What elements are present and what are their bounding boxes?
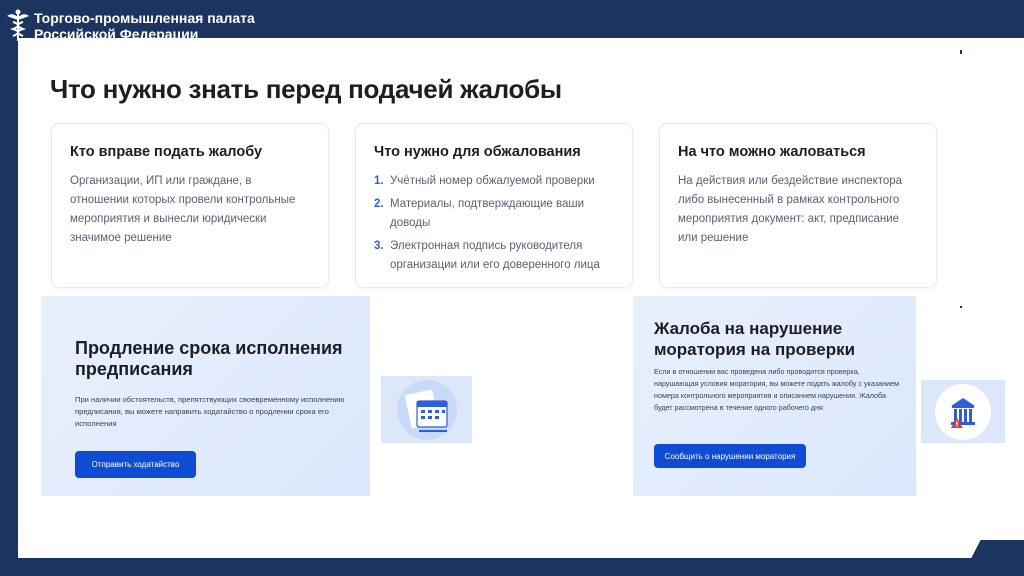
calendar-document-icon [397, 380, 457, 440]
corner-mark [960, 50, 962, 54]
list-item: 3. Электронная подпись руководителя орган… [374, 237, 614, 275]
list-text: Учётный номер обжалуемой проверки [390, 175, 595, 187]
report-violation-button[interactable]: Сообщить о нарушении моратория [654, 444, 806, 468]
illustration-panel [381, 376, 472, 443]
illustration-panel [921, 380, 1005, 443]
list-item: 2. Материалы, подтверждающие ваши доводы [374, 195, 614, 233]
banner-moratorium: Жалоба на нарушение моратория на проверк… [633, 296, 916, 496]
card-text: На действия или бездействие инспектора л… [678, 175, 903, 244]
list-number: 3. [374, 240, 384, 252]
card-who-can-complain: Кто вправе подать жалобу Организации, ИП… [51, 123, 329, 288]
card-what-is-needed: Что нужно для обжалования 1. Учётный номе… [355, 123, 633, 288]
corner-mark [960, 306, 962, 308]
requirements-list: 1. Учётный номер обжалуемой проверки 2. Ма… [374, 172, 614, 275]
banner-extension: Продление срока исполнения предписания П… [41, 296, 370, 496]
list-number: 1. [374, 175, 384, 187]
building-warning-icon [935, 384, 991, 440]
list-text: Электронная подпись руководителя организ… [390, 240, 600, 271]
send-petition-button[interactable]: Отправить ходатайство [75, 451, 196, 478]
list-text: Материалы, подтверждающие ваши доводы [390, 198, 585, 229]
banner-title: Жалоба на нарушение моратория на проверк… [654, 319, 856, 359]
card-what-to-complain-about: На что можно жаловаться На действия или … [659, 123, 937, 288]
banner-text: При наличии обстоятельств, препятствующи… [75, 395, 345, 428]
org-name-line1: Торгово-промышленная палата [34, 10, 255, 26]
caduceus-icon [7, 9, 29, 41]
list-item: 1. Учётный номер обжалуемой проверки [374, 172, 614, 191]
page-title: Что нужно знать перед подачей жалобы [50, 74, 562, 104]
banner-title: Продление срока исполнения предписания [75, 338, 343, 379]
card-title: На что можно жаловаться [678, 144, 866, 160]
banner-text: Если в отношении вас проведена либо пров… [654, 367, 900, 412]
list-number: 2. [374, 198, 384, 210]
card-title: Что нужно для обжалования [374, 144, 581, 160]
card-text: Организации, ИП или граждане, в отношени… [70, 175, 296, 244]
card-title: Кто вправе подать жалобу [70, 144, 263, 160]
